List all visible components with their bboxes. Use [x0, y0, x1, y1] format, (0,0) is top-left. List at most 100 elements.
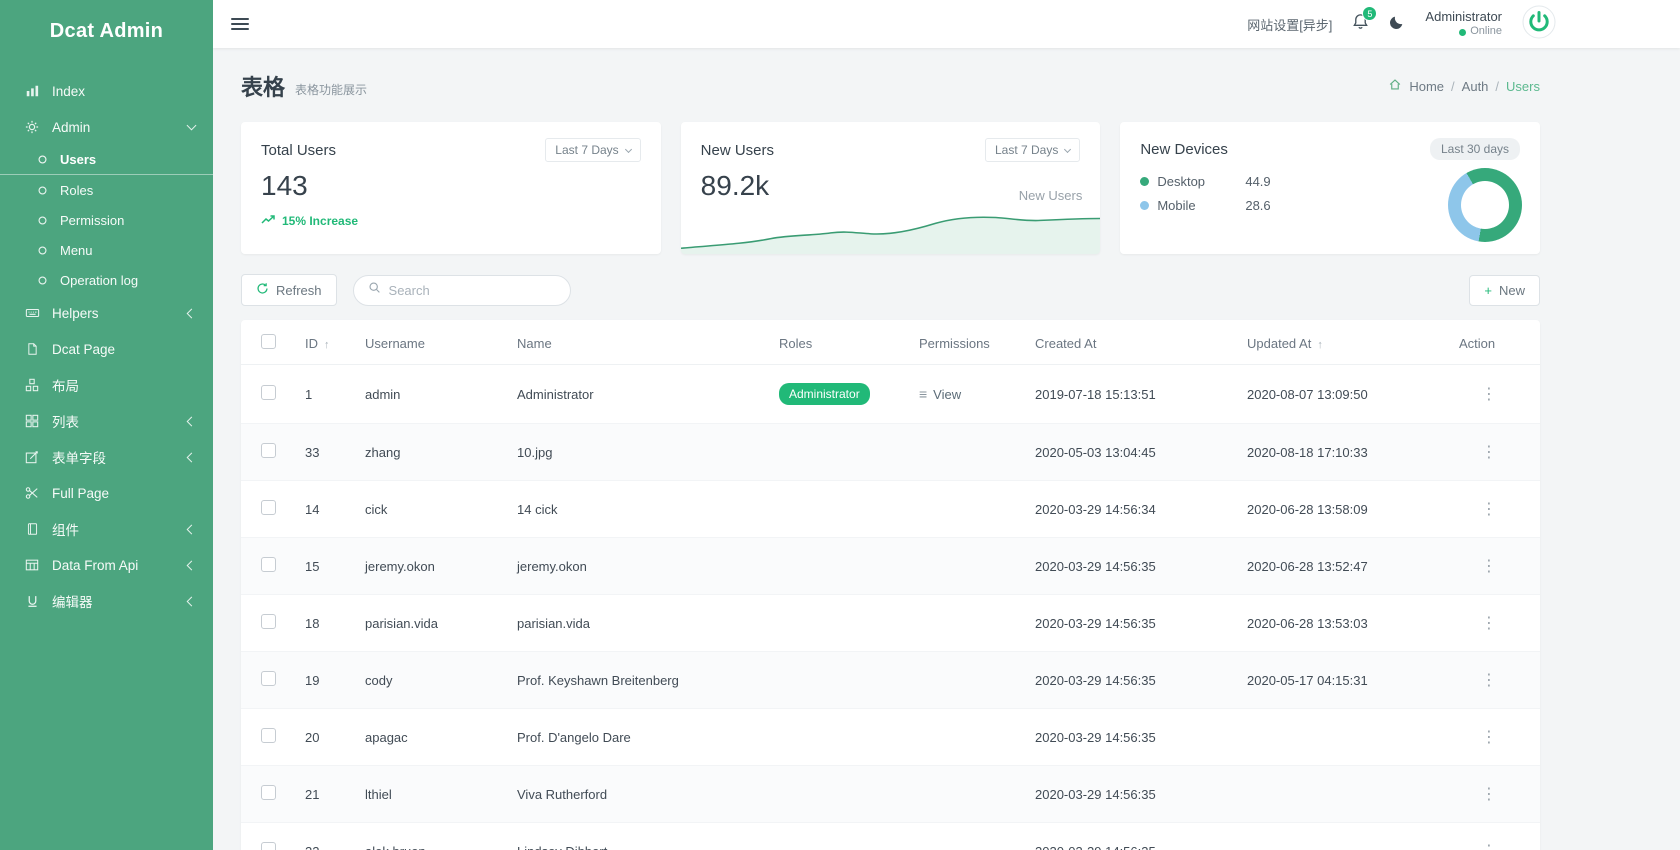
select-all-cell	[241, 320, 297, 365]
list-icon: ≡	[919, 386, 927, 402]
chevron-left-icon	[187, 524, 197, 534]
sidebar-item-full-page[interactable]: Full Page	[0, 475, 213, 511]
row-checkbox[interactable]	[261, 557, 276, 572]
cell-username: jeremy.okon	[357, 538, 509, 595]
table-row: 22 alek.bruen Lindsey Dibbert 2020-03-29…	[241, 823, 1540, 850]
sidebar-item-editor[interactable]: 编辑器	[0, 583, 213, 619]
sidebar-item-components[interactable]: 组件	[0, 511, 213, 547]
sidebar-item-roles[interactable]: Roles	[0, 175, 213, 205]
sidebar-item-permission[interactable]: Permission	[0, 205, 213, 235]
cell-created-at: 2020-03-29 14:56:35	[1027, 652, 1239, 709]
sidebar-item-form-fields[interactable]: 表单字段	[0, 439, 213, 475]
mobile-label: Mobile	[1157, 198, 1219, 213]
column-header-roles: Roles	[771, 320, 911, 365]
sort-asc-icon[interactable]: ↑	[324, 339, 330, 351]
sidebar-toggle-button[interactable]	[231, 15, 249, 33]
sidebar-item-helpers[interactable]: Helpers	[0, 295, 213, 331]
breadcrumb-home[interactable]: Home	[1409, 79, 1444, 94]
row-actions-button[interactable]: ⋮	[1471, 615, 1507, 632]
cell-name: 14 cick	[509, 481, 771, 538]
users-table: ID↑ Username Name Roles Permissions Crea…	[241, 320, 1540, 850]
column-header-id[interactable]: ID↑	[297, 320, 357, 365]
row-checkbox[interactable]	[261, 671, 276, 686]
cell-permissions	[911, 595, 1027, 652]
sort-asc-icon[interactable]: ↑	[1317, 339, 1323, 351]
user-menu[interactable]: Administrator Online	[1425, 9, 1502, 39]
sidebar-item-menu[interactable]: Menu	[0, 235, 213, 265]
select-all-checkbox[interactable]	[261, 334, 276, 349]
range-label: Last 7 Days	[555, 143, 618, 157]
sidebar-item-dcat-page[interactable]: Dcat Page	[0, 331, 213, 367]
cell-roles	[771, 481, 911, 538]
row-actions-button[interactable]: ⋮	[1471, 558, 1507, 575]
cell-username: cody	[357, 652, 509, 709]
chevron-left-icon	[187, 416, 197, 426]
cell-permissions: ≡View	[911, 365, 1027, 424]
view-permission-link[interactable]: ≡View	[919, 386, 961, 402]
sidebar-item-users[interactable]: Users	[0, 145, 213, 175]
sidebar-item-label: Dcat Page	[52, 342, 195, 357]
dark-mode-toggle[interactable]	[1389, 14, 1405, 35]
column-header-updated-at[interactable]: Updated At↑	[1239, 320, 1451, 365]
new-devices-range-badge: Last 30 days	[1430, 138, 1520, 160]
site-settings-link[interactable]: 网站设置[异步]	[1247, 15, 1332, 34]
user-name: Administrator	[1425, 9, 1502, 25]
sidebar-item-label: Operation log	[60, 273, 195, 288]
cell-created-at: 2020-03-29 14:56:34	[1027, 481, 1239, 538]
sidebar-item-list[interactable]: 列表	[0, 403, 213, 439]
sidebar-item-layout[interactable]: 布局	[0, 367, 213, 403]
sidebar-item-index[interactable]: Index	[0, 73, 213, 109]
new-users-range-select[interactable]: Last 7 Days	[985, 138, 1080, 162]
row-actions-button[interactable]: ⋮	[1471, 501, 1507, 518]
cell-created-at: 2020-03-29 14:56:35	[1027, 766, 1239, 823]
notifications-button[interactable]: 5	[1352, 13, 1369, 35]
devices-donut-chart	[1448, 168, 1522, 242]
table-row: 20 apagac Prof. D'angelo Dare 2020-03-29…	[241, 709, 1540, 766]
circle-icon	[34, 185, 50, 196]
cell-created-at: 2020-05-03 13:04:45	[1027, 424, 1239, 481]
search-input[interactable]	[389, 283, 556, 298]
row-actions-button[interactable]: ⋮	[1471, 843, 1507, 850]
user-avatar[interactable]	[1522, 5, 1556, 44]
caret-down-icon	[625, 145, 632, 152]
row-checkbox[interactable]	[261, 785, 276, 800]
total-users-card: Total Users Last 7 Days 143 15% Increase	[241, 122, 661, 254]
card-title: Total Users	[261, 142, 336, 159]
cell-permissions	[911, 823, 1027, 850]
row-checkbox[interactable]	[261, 500, 276, 515]
cell-updated-at: 2020-08-18 17:10:33	[1239, 424, 1451, 481]
chevron-left-icon	[187, 452, 197, 462]
search-box	[353, 275, 571, 306]
refresh-button[interactable]: Refresh	[241, 274, 337, 306]
breadcrumb-separator: /	[1495, 79, 1499, 94]
brand-logo[interactable]: Dcat Admin	[0, 0, 213, 59]
sidebar-menu: Index Admin Users Roles Permission Menu …	[0, 73, 213, 619]
row-checkbox[interactable]	[261, 842, 276, 850]
sidebar-item-data-from-api[interactable]: Data From Api	[0, 547, 213, 583]
file-icon	[24, 342, 40, 356]
row-actions-button[interactable]: ⋮	[1471, 444, 1507, 461]
cell-permissions	[911, 538, 1027, 595]
cell-created-at: 2020-03-29 14:56:35	[1027, 709, 1239, 766]
row-checkbox[interactable]	[261, 728, 276, 743]
table-row: 33 zhang 10.jpg 2020-05-03 13:04:45 2020…	[241, 424, 1540, 481]
row-actions-button[interactable]: ⋮	[1471, 786, 1507, 803]
cell-id: 19	[297, 652, 357, 709]
cell-id: 33	[297, 424, 357, 481]
cell-name: parisian.vida	[509, 595, 771, 652]
cell-created-at: 2019-07-18 15:13:51	[1027, 365, 1239, 424]
total-users-range-select[interactable]: Last 7 Days	[545, 138, 640, 162]
column-header-name: Name	[509, 320, 771, 365]
sidebar-item-operation-log[interactable]: Operation log	[0, 265, 213, 295]
row-checkbox[interactable]	[261, 385, 276, 400]
new-button[interactable]: + New	[1469, 275, 1540, 306]
book-icon	[24, 522, 40, 536]
row-checkbox[interactable]	[261, 443, 276, 458]
row-actions-button[interactable]: ⋮	[1471, 386, 1507, 403]
cell-permissions	[911, 766, 1027, 823]
cell-created-at: 2020-03-29 14:56:35	[1027, 823, 1239, 850]
row-actions-button[interactable]: ⋮	[1471, 672, 1507, 689]
row-actions-button[interactable]: ⋮	[1471, 729, 1507, 746]
sidebar-item-admin[interactable]: Admin	[0, 109, 213, 145]
row-checkbox[interactable]	[261, 614, 276, 629]
